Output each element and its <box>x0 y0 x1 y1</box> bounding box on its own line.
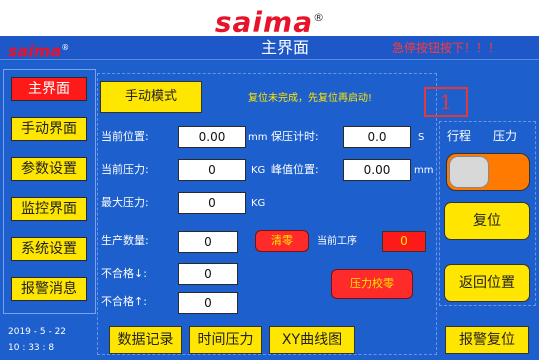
nav-main-screen-button[interactable]: 主界面 <box>11 77 87 101</box>
current-step-field: 0 <box>382 231 426 252</box>
stroke-label: 行程 <box>447 129 472 143</box>
current-position-label: 当前位置: <box>101 130 149 143</box>
max-pressure-unit: KG <box>251 198 266 209</box>
current-pressure-field[interactable]: 0 <box>178 159 246 181</box>
current-step-label: 当前工序 <box>317 236 357 247</box>
registered-mark: ® <box>313 11 326 24</box>
date-display: 2019 - 5 - 22 <box>8 327 67 337</box>
estop-alarm-text: 急停按钮按下！！！ <box>392 41 501 55</box>
hold-timer-unit: S <box>418 132 425 143</box>
max-pressure-label: 最大压力: <box>101 196 149 209</box>
nav-alarm-messages-button[interactable]: 报警消息 <box>11 277 87 301</box>
datetime-display: 2019 - 5 - 22 10 : 33 : 8 <box>2 323 98 357</box>
hold-timer-field[interactable]: 0.0 <box>343 126 411 148</box>
brand-logo-text: saima <box>214 5 314 39</box>
ng-down-label: 不合格↓: <box>101 267 147 280</box>
ng-up-field[interactable]: 0 <box>178 292 238 314</box>
max-pressure-field[interactable]: 0 <box>178 192 246 214</box>
peak-position-label: 峰值位置: <box>271 163 319 176</box>
brand-logo: saima® <box>200 4 340 36</box>
clear-count-button[interactable]: 清零 <box>255 230 309 252</box>
time-display: 10 : 33 : 8 <box>8 343 55 353</box>
top-bar: saima® 主界面 急停按钮按下！！！ <box>0 36 539 60</box>
nav-system-settings-button[interactable]: 系统设置 <box>11 237 87 261</box>
production-quantity-label: 生产数量: <box>101 234 149 247</box>
peak-position-field[interactable]: 0.00 <box>343 159 411 181</box>
current-position-field[interactable]: 0.00 <box>178 126 246 148</box>
alarm-reset-button[interactable]: 报警复位 <box>445 326 529 354</box>
data-record-button[interactable]: 数据记录 <box>109 326 182 354</box>
nav-frame: 主界面 手动界面 参数设置 监控界面 系统设置 报警消息 <box>3 69 96 314</box>
current-position-unit: mm <box>248 132 268 143</box>
production-quantity-field[interactable]: 0 <box>178 231 238 253</box>
nav-monitor-screen-button[interactable]: 监控界面 <box>11 197 87 221</box>
hmi-panel: saima® 主界面 急停按钮按下！！！ 主界面 手动界面 参数设置 监控界面 … <box>0 36 539 360</box>
hold-timer-label: 保压计时: <box>271 130 319 143</box>
ng-up-label: 不合格↑: <box>101 295 147 308</box>
nav-parameter-settings-button[interactable]: 参数设置 <box>11 157 87 181</box>
peak-position-unit: mm <box>414 165 434 176</box>
xy-curve-button[interactable]: XY曲线图 <box>269 326 355 354</box>
reset-button[interactable]: 复位 <box>444 202 530 240</box>
hmi-logo-text: saima <box>8 41 62 61</box>
return-position-button[interactable]: 返回位置 <box>444 264 530 302</box>
status-message: 复位未完成，先复位再启动! <box>248 93 373 104</box>
screen-title: 主界面 <box>260 38 309 57</box>
hmi-registered-mark: ® <box>61 43 70 52</box>
current-pressure-unit: KG <box>251 165 266 176</box>
hmi-logo: saima® <box>8 39 69 60</box>
nav-manual-screen-button[interactable]: 手动界面 <box>11 117 87 141</box>
manual-mode-button[interactable]: 手动模式 <box>100 81 202 113</box>
marker-label: 1 <box>424 87 468 117</box>
main-frame <box>97 73 437 355</box>
pressure-calibration-button[interactable]: 压力校零 <box>331 269 413 299</box>
pressure-mode-label: 压力 <box>493 129 518 143</box>
time-pressure-button[interactable]: 时间压力 <box>189 326 262 354</box>
ng-down-field[interactable]: 0 <box>178 263 238 285</box>
stroke-pressure-toggle[interactable] <box>446 153 530 191</box>
current-pressure-label: 当前压力: <box>101 163 149 176</box>
toggle-knob <box>449 156 489 188</box>
